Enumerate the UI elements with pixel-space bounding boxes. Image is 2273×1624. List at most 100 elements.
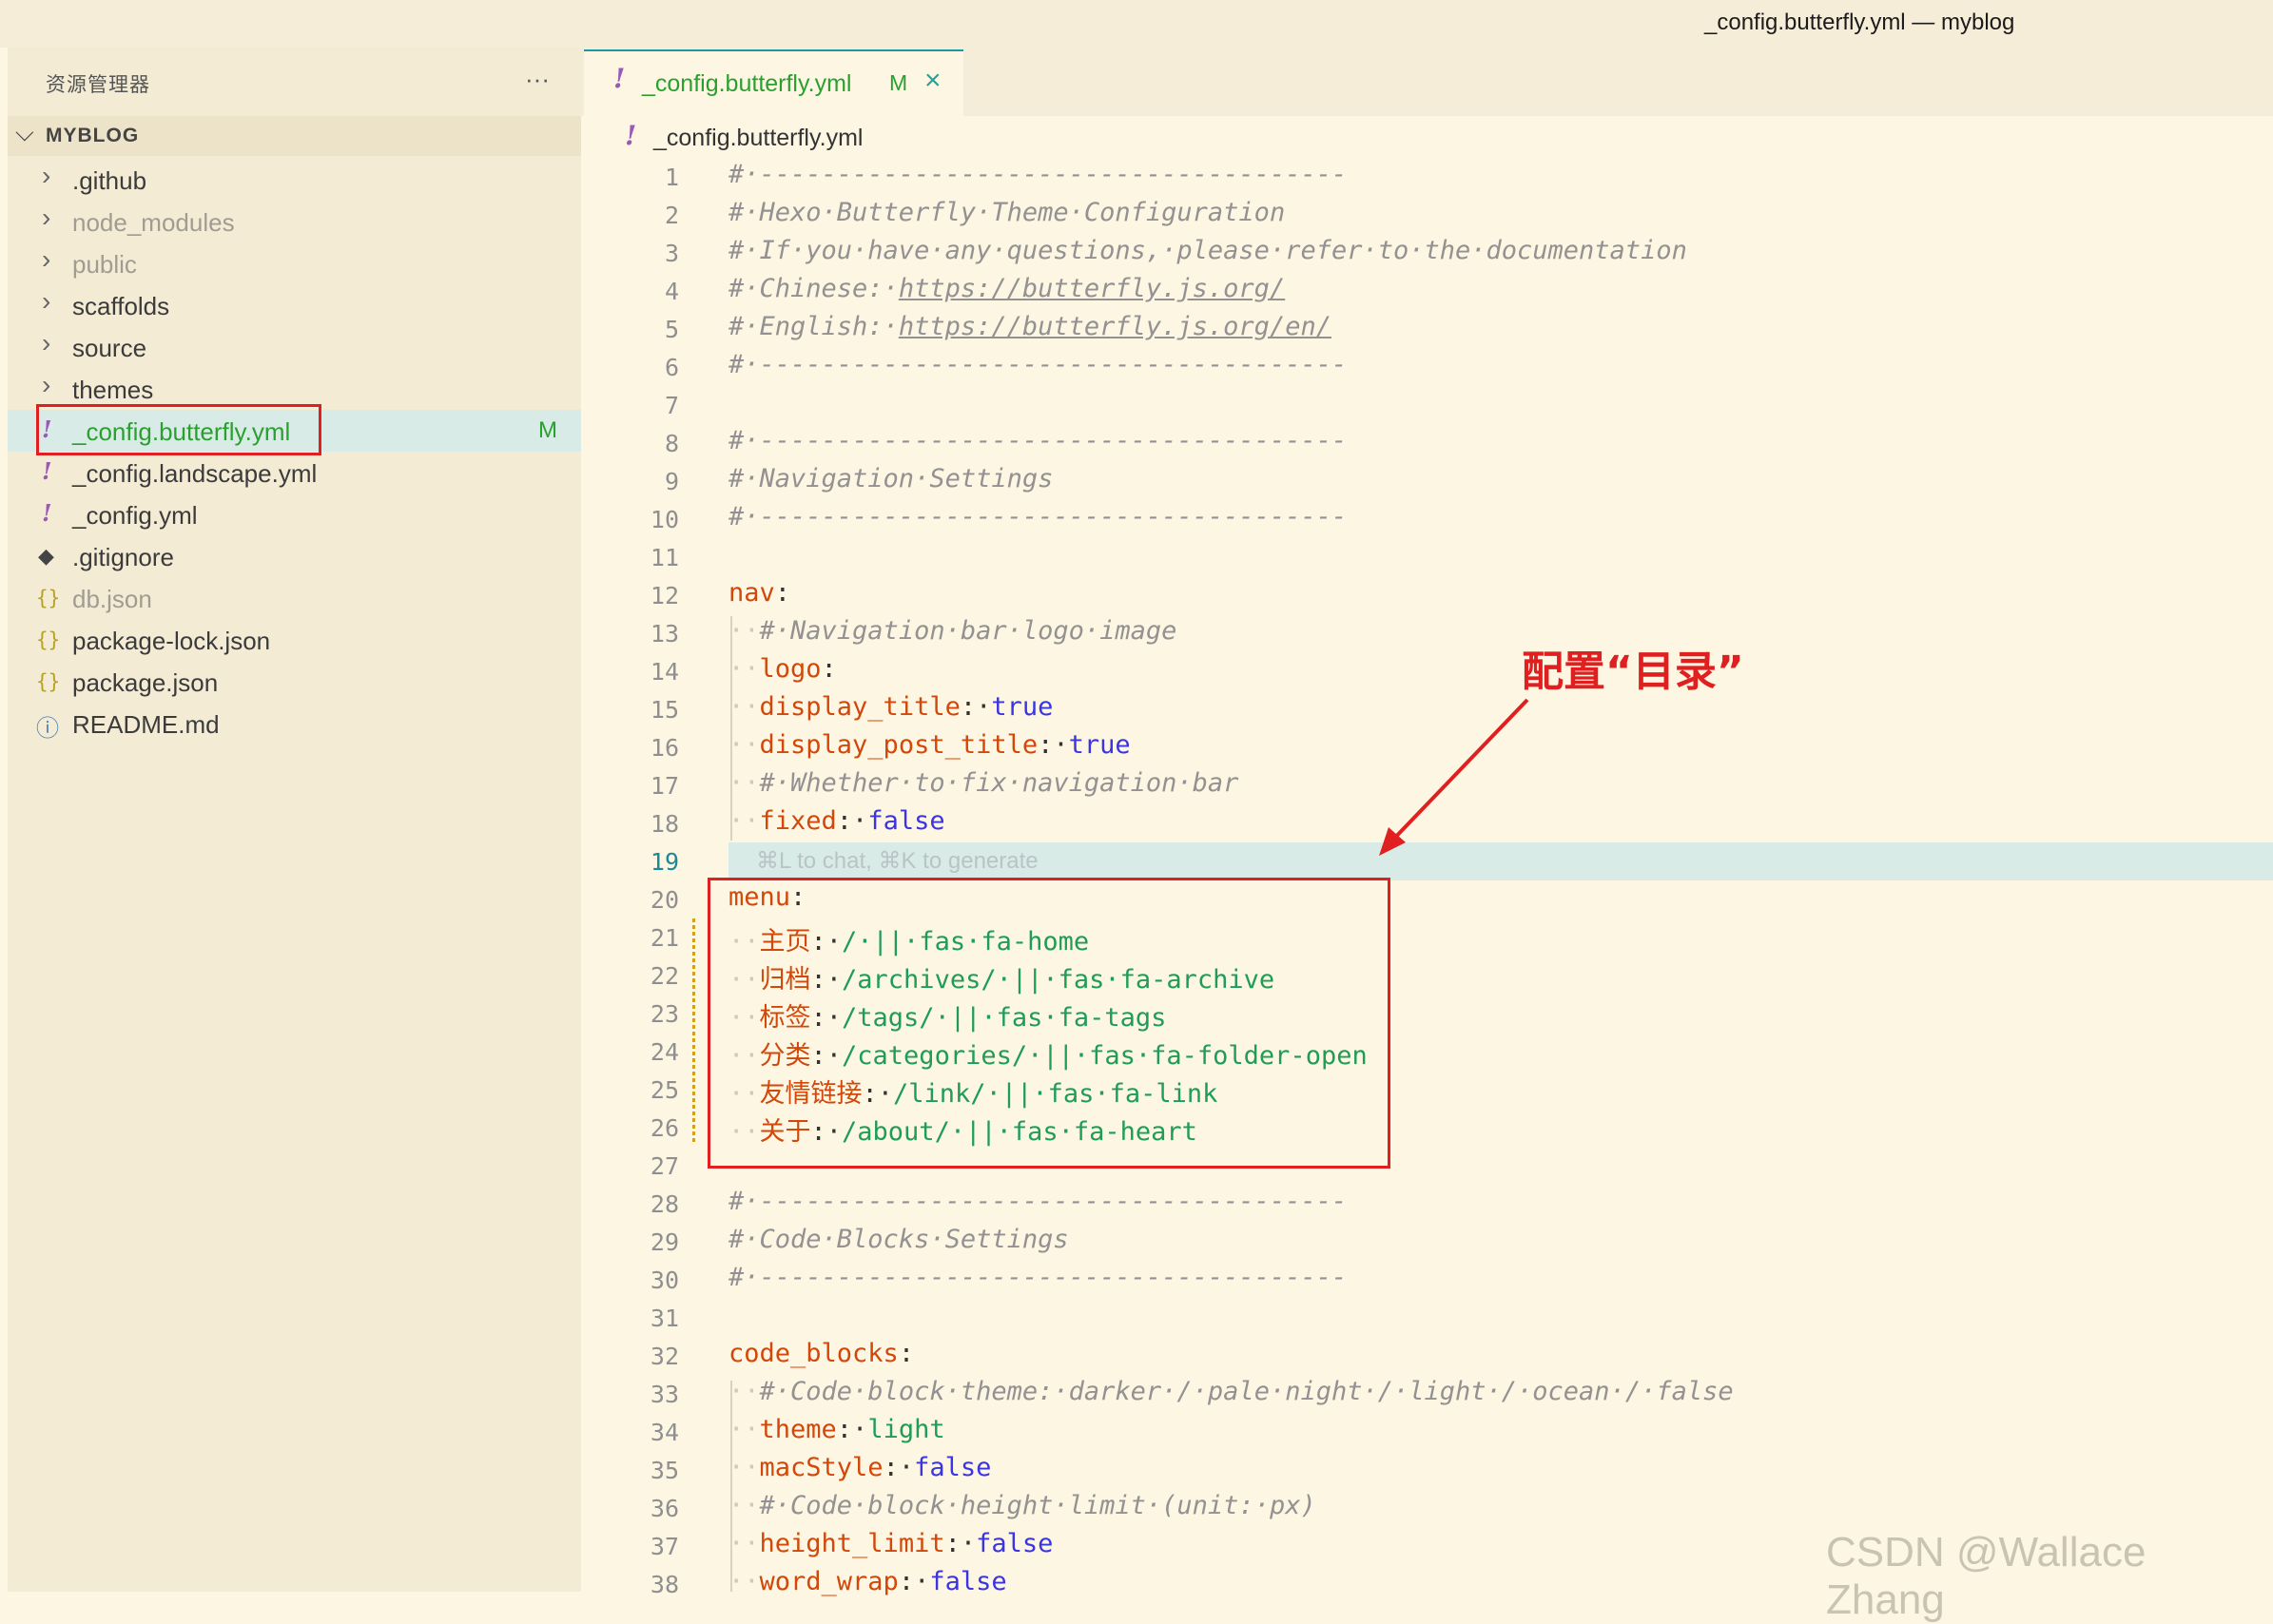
tree-item[interactable]: {} db.json bbox=[8, 577, 581, 619]
inline-hint: ⌘L to chat, ⌘K to generate bbox=[756, 848, 1039, 874]
tree-item[interactable]: ◆ .gitignore bbox=[8, 535, 581, 577]
code-line[interactable]: ··height_limit:·false bbox=[729, 1529, 1053, 1558]
code-line[interactable]: #·If·you·have·any·questions,·please·refe… bbox=[729, 236, 1687, 265]
code-line[interactable]: ··#·Whether·to·fix·navigation·bar bbox=[729, 768, 1238, 798]
code-line[interactable]: #·-------------------------------------- bbox=[729, 1187, 1347, 1216]
code-token: macStyle bbox=[759, 1453, 884, 1482]
code-line[interactable]: #·English:·https://butterfly.js.org/en/ bbox=[729, 312, 1331, 341]
line-number: 22 bbox=[650, 962, 679, 990]
tree-item[interactable]: ⓘ README.md bbox=[8, 703, 581, 744]
chevron-down-icon[interactable]: ⌵ bbox=[15, 118, 34, 148]
breadcrumb[interactable]: _config.butterfly.yml bbox=[653, 125, 863, 152]
code-line[interactable]: ··logo: bbox=[729, 654, 837, 684]
line-number: 34 bbox=[650, 1419, 679, 1446]
tree-item[interactable]: ! _config.yml bbox=[8, 493, 581, 535]
code-token: #·-------------------------------------- bbox=[729, 350, 1348, 379]
explorer-title: 资源管理器 bbox=[46, 74, 150, 96]
line-number: 2 bbox=[664, 202, 679, 229]
code-token: light bbox=[867, 1415, 945, 1444]
line-number: 16 bbox=[650, 734, 679, 762]
tree-item-label: _config.landscape.yml bbox=[72, 459, 318, 488]
line-number: 30 bbox=[650, 1266, 679, 1294]
line-number: 33 bbox=[650, 1381, 679, 1408]
code-line[interactable]: code_blocks: bbox=[729, 1339, 914, 1368]
code-line[interactable]: #·-------------------------------------- bbox=[729, 350, 1347, 379]
info-icon: ⓘ bbox=[36, 716, 59, 742]
line-number: 27 bbox=[650, 1152, 679, 1180]
tree-item[interactable]: › node_modules bbox=[8, 201, 581, 242]
code-line[interactable]: #·-------------------------------------- bbox=[729, 1263, 1347, 1292]
code-line[interactable]: ··macStyle:·false bbox=[729, 1453, 991, 1482]
code-token: #·Code·block·height·limit·(unit:·px) bbox=[759, 1491, 1316, 1520]
close-icon[interactable]: × bbox=[924, 65, 942, 97]
chevron-right-icon: › bbox=[42, 370, 51, 399]
line-number: 18 bbox=[650, 810, 679, 838]
line-number: 20 bbox=[650, 886, 679, 914]
code-token: code_blocks bbox=[729, 1339, 899, 1368]
code-line[interactable]: #·Navigation·Settings bbox=[729, 464, 1053, 493]
code-line[interactable]: ··display_title:·true bbox=[729, 692, 1053, 722]
chevron-right-icon: › bbox=[42, 244, 51, 274]
tree-item-label: source bbox=[72, 334, 147, 362]
code-token: false bbox=[867, 806, 945, 836]
indent-guide bbox=[730, 1381, 732, 1592]
code-token: height_limit bbox=[759, 1529, 945, 1558]
code-token: https://butterfly.js.org/en/ bbox=[898, 312, 1331, 341]
window-title: _config.butterfly.yml — myblog bbox=[1704, 10, 2015, 35]
tree-item[interactable]: › public bbox=[8, 242, 581, 284]
line-number: 4 bbox=[664, 278, 679, 305]
line-number: 24 bbox=[650, 1038, 679, 1066]
code-line[interactable]: #·-------------------------------------- bbox=[729, 502, 1347, 532]
yaml-file-icon: ! bbox=[625, 120, 637, 151]
code-line[interactable]: #·Chinese:·https://butterfly.js.org/ bbox=[729, 274, 1285, 303]
line-number: 3 bbox=[664, 240, 679, 267]
code-line[interactable]: ··theme:·light bbox=[729, 1415, 945, 1444]
code-line[interactable]: ··#·Code·block·theme:·darker·/·pale·nigh… bbox=[729, 1377, 1734, 1406]
code-line[interactable]: ··#·Navigation·bar·logo·image bbox=[729, 616, 1176, 646]
code-token: : bbox=[898, 1339, 915, 1368]
code-line[interactable]: #·Code·Blocks·Settings bbox=[729, 1225, 1069, 1254]
code-token: : bbox=[774, 578, 791, 608]
code-token: :· bbox=[836, 1415, 868, 1444]
line-number: 8 bbox=[664, 430, 679, 457]
code-line[interactable]: #·Hexo·Butterfly·Theme·Configuration bbox=[729, 198, 1285, 227]
code-token: nav bbox=[729, 578, 775, 608]
code-line[interactable]: ··fixed:·false bbox=[729, 806, 945, 836]
tree-item[interactable]: › source bbox=[8, 326, 581, 368]
code-token: false bbox=[914, 1453, 992, 1482]
line-number: 29 bbox=[650, 1228, 679, 1256]
code-line[interactable]: nav: bbox=[729, 578, 790, 608]
code-token: word_wrap bbox=[759, 1567, 899, 1596]
line-number: 19 bbox=[650, 848, 679, 876]
line-number: 10 bbox=[650, 506, 679, 533]
tree-item[interactable]: › .github bbox=[8, 159, 581, 201]
code-token: ·· bbox=[729, 1453, 760, 1482]
tree-item[interactable]: {} package-lock.json bbox=[8, 619, 581, 661]
annotation-arrow bbox=[1379, 698, 1529, 856]
tree-item-label: package.json bbox=[72, 668, 219, 697]
code-token: ·· bbox=[729, 616, 760, 646]
code-line[interactable]: #·-------------------------------------- bbox=[729, 426, 1347, 455]
code-token: display_post_title bbox=[759, 730, 1039, 760]
code-token: ·· bbox=[729, 1529, 760, 1558]
code-token: #·Chinese:· bbox=[729, 274, 899, 303]
line-number: 38 bbox=[650, 1571, 679, 1598]
tab-label[interactable]: _config.butterfly.yml bbox=[642, 70, 851, 98]
tree-item[interactable]: › scaffolds bbox=[8, 284, 581, 326]
line-number: 35 bbox=[650, 1457, 679, 1484]
file-highlight-box bbox=[36, 404, 321, 455]
modified-badge: M bbox=[889, 70, 908, 95]
code-line[interactable]: ··word_wrap:·false bbox=[729, 1567, 1007, 1596]
json-file-icon: {} bbox=[36, 670, 61, 693]
tree-item-label: node_modules bbox=[72, 208, 235, 237]
code-token: ·· bbox=[729, 1491, 760, 1520]
more-actions-icon[interactable]: ··· bbox=[525, 65, 550, 94]
code-line[interactable]: ··display_post_title:·true bbox=[729, 730, 1131, 760]
code-token: https://butterfly.js.org/ bbox=[898, 274, 1286, 303]
code-line[interactable]: #·-------------------------------------- bbox=[729, 160, 1347, 189]
tree-item[interactable]: ! _config.landscape.yml bbox=[8, 452, 581, 493]
tree-item[interactable]: {} package.json bbox=[8, 661, 581, 703]
code-token: #·Code·block·theme:·darker·/·pale·night·… bbox=[759, 1377, 1734, 1406]
code-token: ·· bbox=[729, 730, 760, 760]
code-line[interactable]: ··#·Code·block·height·limit·(unit:·px) bbox=[729, 1491, 1316, 1520]
